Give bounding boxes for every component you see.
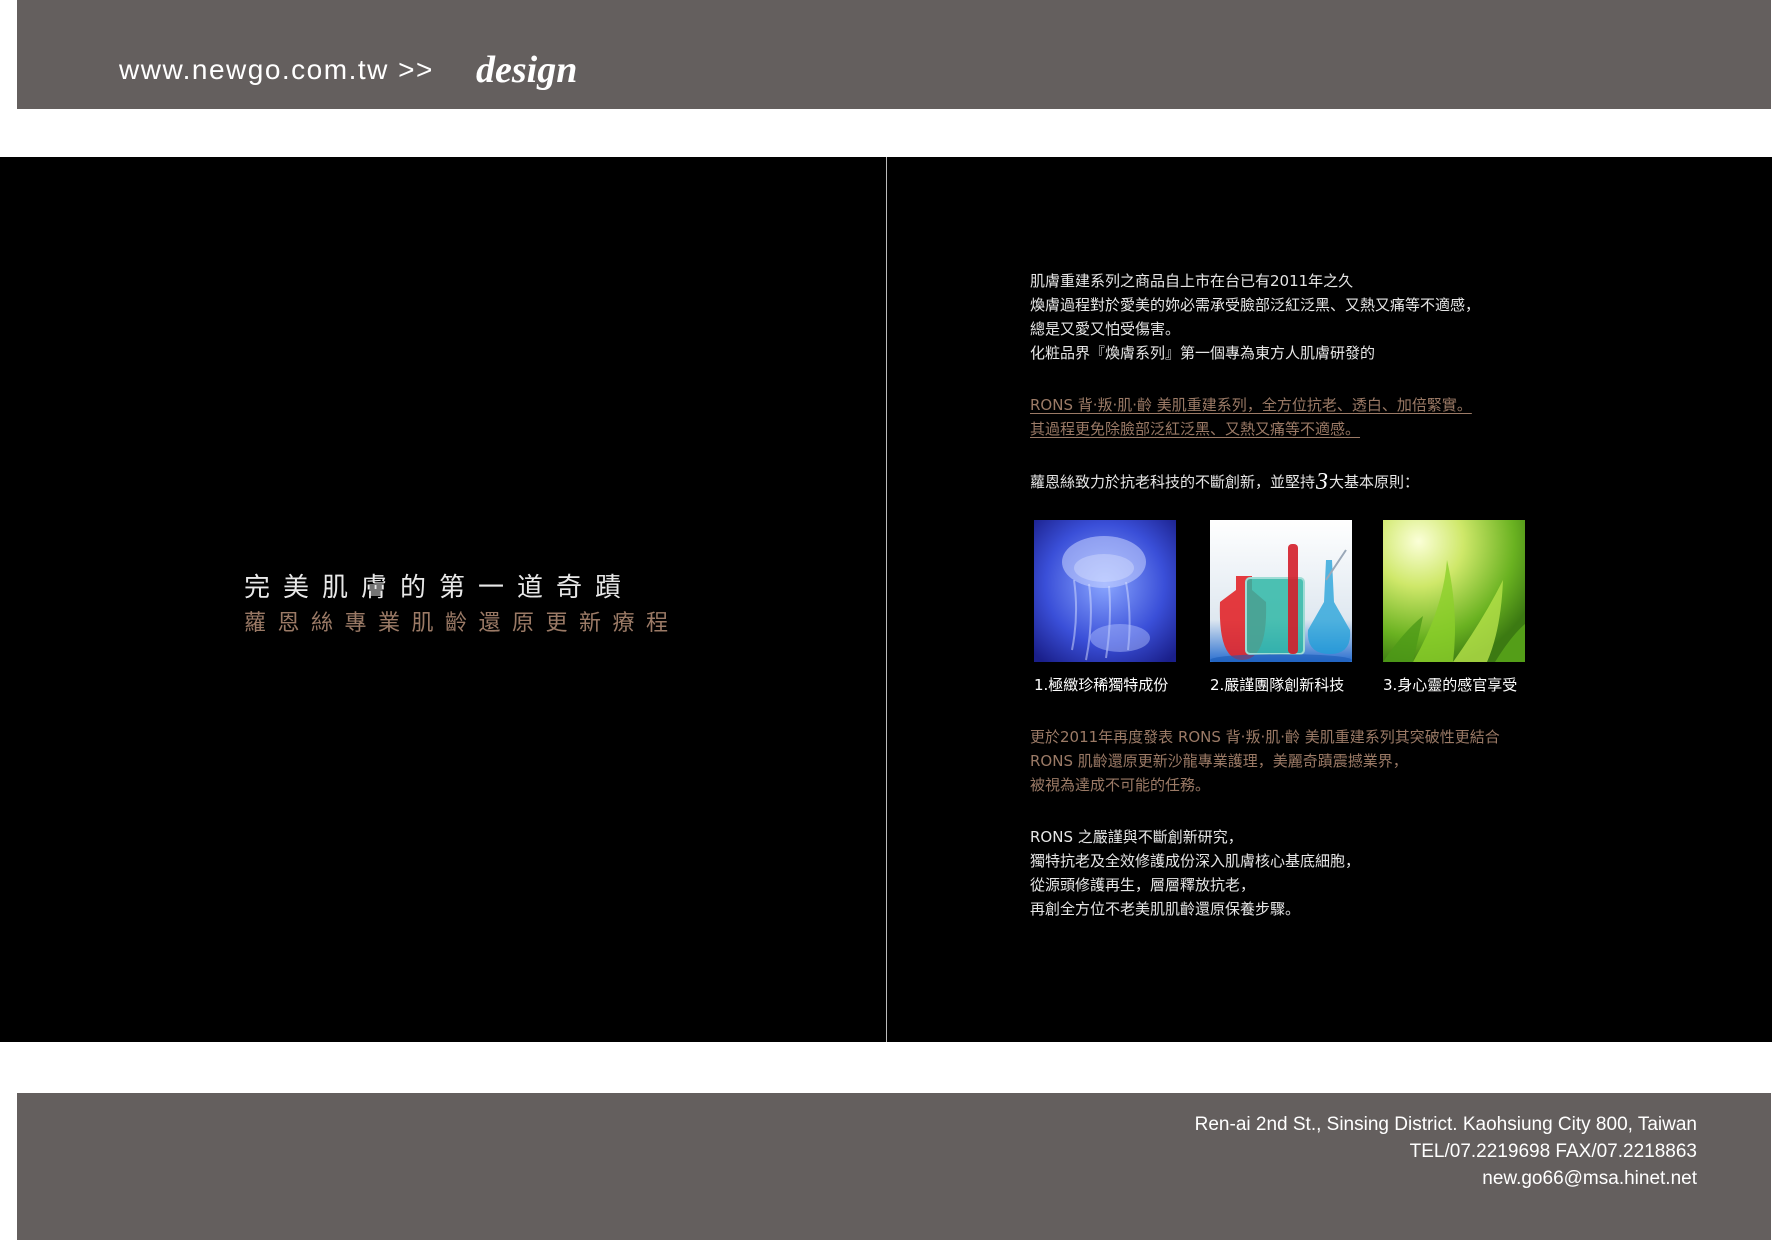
- intro-line: 總是又愛又怕受傷害。: [1030, 320, 1181, 338]
- closing-line: 再創全方位不老美肌肌齡還原保養步驟。: [1030, 900, 1301, 918]
- intro-paragraph: 肌膚重建系列之商品自上市在台已有2011年之久 煥膚過程對於愛美的妳必需承受臉部…: [1030, 269, 1480, 365]
- brochure-spread: 完美肌膚的第一道奇蹟 蘿恩絲專業肌齡還原更新療程 肌膚重建系列之商品自上市在台已…: [0, 157, 1772, 1042]
- intro-line: 肌膚重建系列之商品自上市在台已有2011年之久: [1030, 272, 1354, 290]
- closing-line: RONS 之嚴謹與不斷創新研究，: [1030, 828, 1243, 846]
- closing-line: 從源頭修護再生，層層釋放抗老，: [1030, 876, 1256, 894]
- page-fold-divider: [886, 157, 887, 1042]
- cover-subheadline: 蘿恩絲專業肌齡還原更新療程: [244, 611, 680, 636]
- footer-email[interactable]: new.go66@msa.hinet.net: [1195, 1165, 1697, 1192]
- feature-caption: 1.極緻珍稀獨特成份: [1034, 676, 1169, 694]
- footer-phone-fax: TEL/07.2219698 FAX/07.2218863: [1409, 1141, 1697, 1162]
- footer-bar: Ren-ai 2nd St., Sinsing District. Kaohsi…: [17, 1093, 1771, 1240]
- accent-line: RONS 肌齡還原更新沙龍專業護理，美麗奇蹟震撼業界，: [1030, 752, 1408, 770]
- closing-line: 獨特抗老及全效修護成份深入肌膚核心基底細胞，: [1030, 852, 1361, 870]
- intro-line: 煥膚過程對於愛美的妳必需承受臉部泛紅泛黑、又熱又痛等不適感，: [1030, 296, 1481, 314]
- closing-paragraph: RONS 之嚴謹與不斷創新研究， 獨特抗老及全效修護成份深入肌膚核心基底細胞， …: [1030, 825, 1360, 921]
- header-bar: www.newgo.com.tw >> design: [17, 0, 1771, 109]
- contact-block: Ren-ai 2nd St., Sinsing District. Kaohsi…: [1195, 1111, 1697, 1192]
- principles-line: 蘿恩絲致力於抗老科技的不斷創新，並堅持3大基本原則：: [1030, 470, 1419, 494]
- accent-line: 被視為達成不可能的任務。: [1030, 776, 1211, 794]
- highlight-line: 其過程更免除臉部泛紅泛黑、又熱又痛等不適感。: [1030, 420, 1361, 438]
- green-leaves-photo: [1383, 520, 1525, 662]
- principles-text-after: 大基本原則：: [1329, 473, 1420, 491]
- feature-caption: 3.身心靈的感官享受: [1383, 676, 1518, 694]
- principles-text-before: 蘿恩絲致力於抗老科技的不斷創新，並堅持: [1030, 473, 1316, 491]
- accent-line: 更於2011年再度發表 RONS 背·叛·肌·齡 美肌重建系列其突破性更結合: [1030, 728, 1500, 746]
- lab-flasks-photo: [1210, 520, 1352, 662]
- principles-number: 3: [1316, 469, 1329, 495]
- cover-headline: 完美肌膚的第一道奇蹟: [244, 573, 635, 603]
- intro-line: 化粧品界『煥膚系列』第一個專為東方人肌膚研發的: [1030, 344, 1376, 362]
- site-section-label: design: [476, 49, 578, 91]
- jellyfish-photo: [1034, 520, 1176, 662]
- accent-paragraph: 更於2011年再度發表 RONS 背·叛·肌·齡 美肌重建系列其突破性更結合 R…: [1030, 725, 1500, 797]
- feature-caption: 2.嚴謹團隊創新科技: [1210, 676, 1345, 694]
- highlight-paragraph: RONS 背·叛·肌·齡 美肌重建系列，全方位抗老、透白、加倍緊實。 其過程更免…: [1030, 393, 1472, 441]
- site-url[interactable]: www.newgo.com.tw >>: [119, 54, 434, 86]
- footer-address: Ren-ai 2nd St., Sinsing District. Kaohsi…: [1194, 1114, 1697, 1135]
- highlight-line: RONS 背·叛·肌·齡 美肌重建系列，全方位抗老、透白、加倍緊實。: [1030, 396, 1472, 414]
